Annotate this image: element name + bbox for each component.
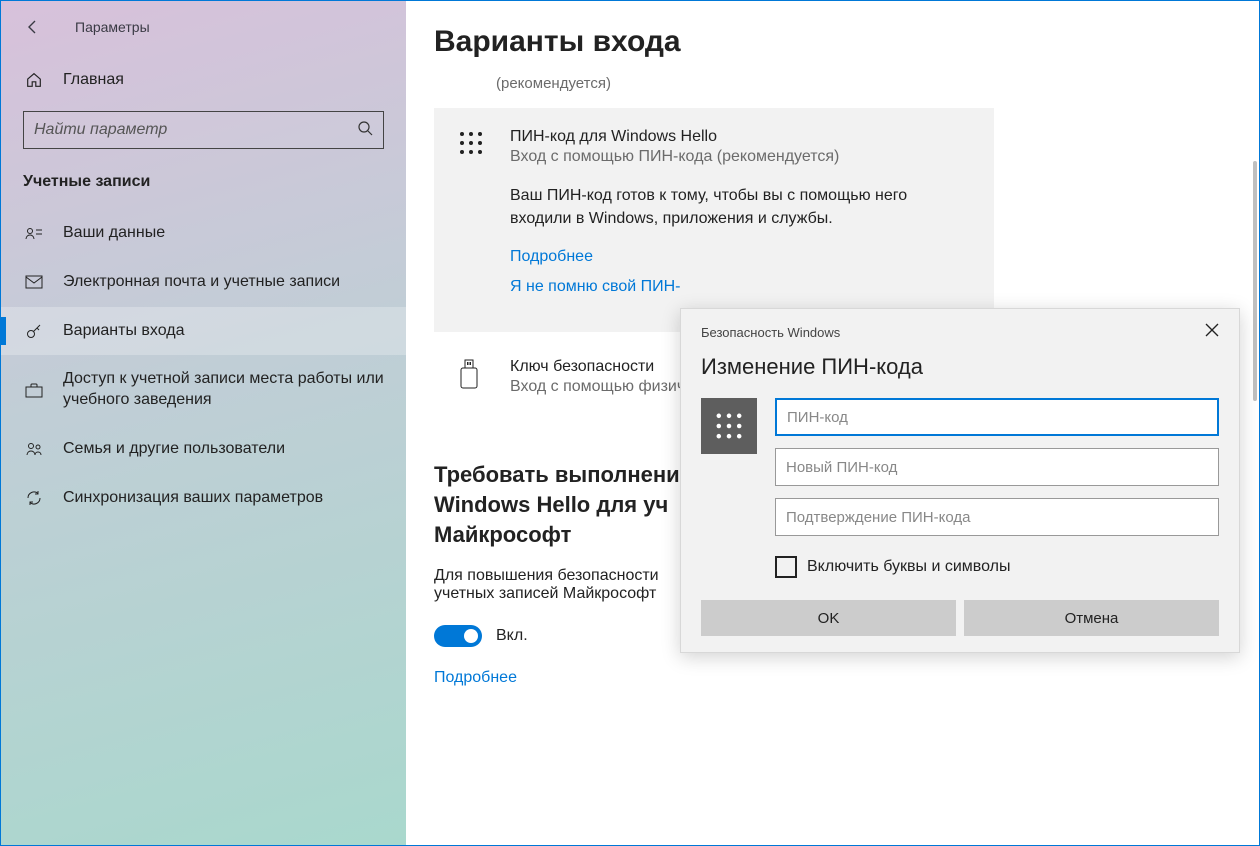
close-icon[interactable]	[1205, 323, 1219, 342]
change-pin-dialog: Безопасность Windows Изменение ПИН-кода …	[680, 308, 1240, 653]
key-card-subtitle: Вход с помощью физич	[510, 378, 685, 396]
pin-more-link[interactable]: Подробнее	[510, 248, 972, 266]
sidebar-item-work-access[interactable]: Доступ к учетной записи места работы или…	[1, 355, 406, 425]
sidebar-item-label: Синхронизация ваших параметров	[63, 488, 323, 509]
confirm-pin-input[interactable]	[775, 498, 1219, 536]
sidebar-item-email-accounts[interactable]: Электронная почта и учетные записи	[1, 258, 406, 307]
sidebar-item-label: Семья и другие пользователи	[63, 439, 285, 460]
sidebar: Параметры Главная Учетные записи Ваши да…	[1, 1, 406, 845]
sidebar-item-label: Ваши данные	[63, 223, 165, 244]
key-icon	[23, 322, 45, 340]
ok-button[interactable]: OK	[701, 600, 956, 636]
sidebar-item-your-info[interactable]: Ваши данные	[1, 209, 406, 258]
sync-icon	[23, 489, 45, 507]
sidebar-item-family[interactable]: Семья и другие пользователи	[1, 425, 406, 474]
app-title: Параметры	[75, 19, 150, 35]
pin-card-title: ПИН-код для Windows Hello	[510, 128, 972, 146]
back-button[interactable]	[21, 15, 45, 39]
hello-more-link[interactable]: Подробнее	[434, 669, 517, 686]
letters-symbols-checkbox[interactable]	[775, 556, 797, 578]
search-icon	[357, 120, 373, 141]
new-pin-input[interactable]	[775, 448, 1219, 486]
usb-key-icon	[456, 358, 490, 392]
current-pin-input[interactable]	[775, 398, 1219, 436]
mail-icon	[23, 275, 45, 289]
pin-forgot-link[interactable]: Я не помню свой ПИН-	[510, 278, 972, 296]
hello-toggle-label: Вкл.	[496, 627, 528, 645]
sidebar-item-label: Варианты входа	[63, 321, 185, 342]
sidebar-item-label: Доступ к учетной записи места работы или…	[63, 369, 384, 411]
page-title: Варианты входа	[434, 25, 1231, 59]
keypad-icon	[701, 398, 757, 454]
dialog-caption: Безопасность Windows	[701, 325, 840, 340]
people-icon	[23, 441, 45, 457]
pin-card[interactable]: ПИН-код для Windows Hello Вход с помощью…	[434, 108, 994, 332]
cancel-button[interactable]: Отмена	[964, 600, 1219, 636]
sidebar-section-title: Учетные записи	[1, 165, 406, 209]
pin-card-description: Ваш ПИН-код готов к тому, чтобы вы с пом…	[510, 184, 972, 230]
key-card-title: Ключ безопасности	[510, 358, 685, 376]
letters-symbols-label: Включить буквы и символы	[807, 558, 1011, 576]
home-icon	[23, 71, 45, 89]
keypad-icon	[456, 128, 490, 162]
pin-card-subtitle: Вход с помощью ПИН-кода (рекомендуется)	[510, 148, 972, 166]
search-box[interactable]	[23, 111, 384, 149]
dialog-title: Изменение ПИН-кода	[701, 354, 1219, 380]
scrollbar[interactable]	[1253, 161, 1257, 401]
sidebar-home[interactable]: Главная	[1, 59, 406, 101]
sidebar-item-signin-options[interactable]: Варианты входа	[1, 307, 406, 356]
hello-toggle[interactable]	[434, 625, 482, 647]
sidebar-item-sync[interactable]: Синхронизация ваших параметров	[1, 474, 406, 523]
person-card-icon	[23, 226, 45, 240]
recommended-label: (рекомендуется)	[496, 75, 1231, 92]
sidebar-item-label: Электронная почта и учетные записи	[63, 272, 340, 293]
briefcase-icon	[23, 382, 45, 398]
sidebar-home-label: Главная	[63, 71, 124, 89]
search-input[interactable]	[34, 121, 357, 139]
